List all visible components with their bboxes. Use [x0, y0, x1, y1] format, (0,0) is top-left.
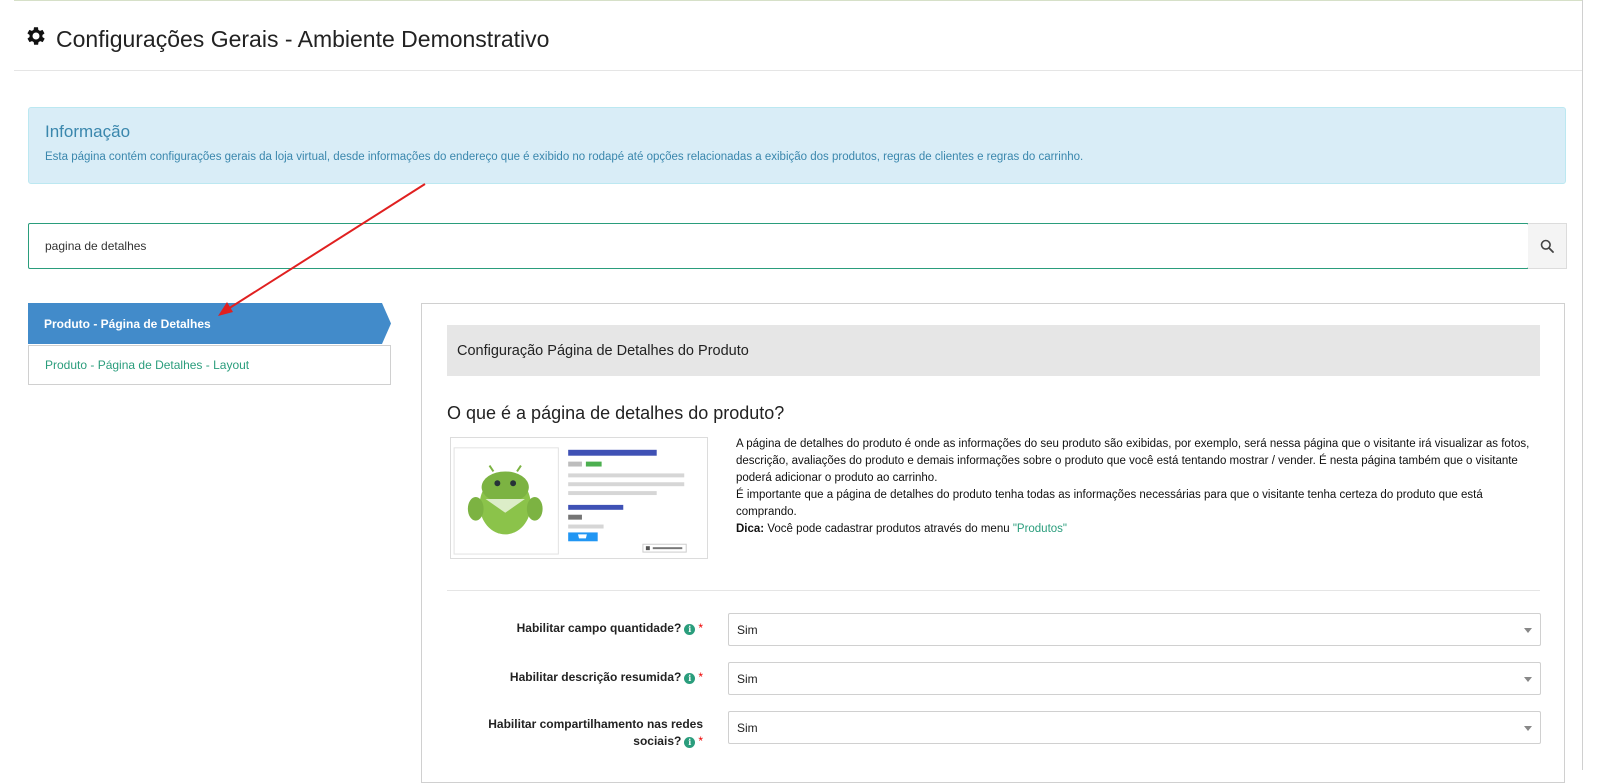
select-value: Sim — [737, 720, 758, 735]
tip: Dica: Você pode cadastrar produtos atrav… — [736, 521, 1544, 538]
page-title: Configurações Gerais - Ambiente Demonstr… — [56, 25, 550, 52]
label-text-line1: Habilitar compartilhamento nas redes — [488, 717, 703, 731]
search-input[interactable] — [28, 223, 1529, 269]
nav-item-product-details[interactable]: Produto - Página de Detalhes — [28, 303, 391, 344]
required-mark: * — [698, 734, 703, 748]
search-button[interactable] — [1528, 223, 1567, 269]
scroll-edge — [1582, 0, 1583, 770]
info-icon[interactable]: i — [684, 737, 696, 748]
chevron-down-icon — [1524, 628, 1532, 633]
chevron-down-icon — [1524, 677, 1532, 682]
top-border — [14, 0, 1582, 1]
field-label-social-share: Habilitar compartilhamento nas redes soc… — [449, 716, 703, 750]
section-description: A página de detalhes do produto é onde a… — [736, 436, 1544, 538]
section-header: Configuração Página de Detalhes do Produ… — [447, 325, 1540, 376]
info-icon[interactable]: i — [684, 624, 696, 635]
products-menu-link[interactable]: "Produtos" — [1013, 523, 1067, 535]
field-label-quantity: Habilitar campo quantidade? i * — [449, 620, 703, 637]
divider — [447, 590, 1540, 591]
product-page-illustration — [450, 437, 708, 559]
select-social-share[interactable]: Sim — [728, 711, 1541, 744]
info-alert: Informação Esta página contém configuraç… — [28, 107, 1566, 184]
label-text: Habilitar descrição resumida? — [509, 670, 682, 684]
label-text-line2: sociais? — [633, 734, 682, 748]
search-icon — [1540, 239, 1554, 253]
select-value: Sim — [737, 671, 758, 686]
gear-icon — [27, 27, 45, 45]
nav-item-product-details-layout[interactable]: Produto - Página de Detalhes - Layout — [28, 345, 391, 385]
label-text: Habilitar campo quantidade? — [516, 621, 682, 635]
question-title: O que é a página de detalhes do produto? — [447, 403, 785, 423]
description-paragraph-2: É importante que a página de detalhes do… — [736, 489, 1483, 518]
select-value: Sim — [737, 622, 758, 637]
info-text: Esta página contém configurações gerais … — [45, 151, 1084, 163]
page-header: Configurações Gerais - Ambiente Demonstr… — [14, 8, 1582, 71]
info-title: Informação — [45, 122, 131, 141]
description-paragraph-1: A página de detalhes do produto é onde a… — [736, 438, 1530, 484]
required-mark: * — [698, 621, 703, 635]
info-icon[interactable]: i — [684, 673, 696, 684]
chevron-down-icon — [1524, 726, 1532, 731]
required-mark: * — [698, 670, 703, 684]
tip-text: Você pode cadastrar produtos através do … — [764, 523, 1013, 535]
select-short-description[interactable]: Sim — [728, 662, 1541, 695]
select-quantity[interactable]: Sim — [728, 613, 1541, 646]
field-label-short-description: Habilitar descrição resumida? i * — [449, 669, 703, 686]
tip-label: Dica: — [736, 523, 765, 535]
